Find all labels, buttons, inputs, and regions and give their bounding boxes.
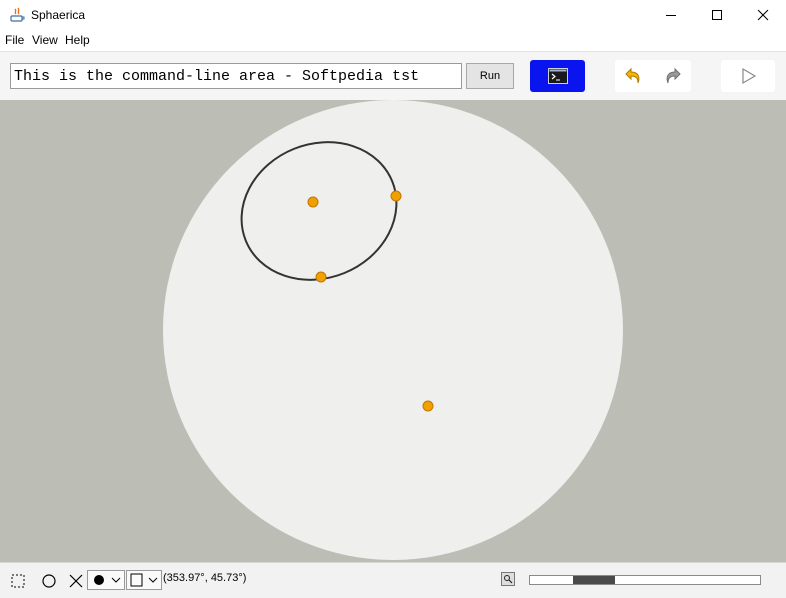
menu-help[interactable]: Help	[65, 33, 90, 47]
minimize-icon	[666, 15, 676, 16]
point-style-dropdown[interactable]	[87, 570, 125, 590]
close-icon	[757, 9, 769, 21]
play-icon	[742, 67, 757, 85]
delete-tool-button[interactable]	[66, 571, 86, 591]
play-button[interactable]	[721, 60, 775, 92]
coordinate-readout: (353.97°, 45.73°)	[163, 572, 247, 584]
undo-redo-group	[615, 60, 691, 92]
zoom-slider-thumb[interactable]	[573, 576, 615, 584]
undo-button[interactable]	[615, 60, 653, 92]
run-button[interactable]: Run	[466, 63, 514, 89]
title-bar: Sphaerica	[0, 0, 786, 31]
circle-center-point[interactable]	[307, 196, 319, 208]
zoom-slider[interactable]	[529, 575, 761, 585]
circle-icon	[42, 574, 56, 588]
status-bar: (353.97°, 45.73°)	[0, 562, 786, 598]
circle-edge-point[interactable]	[315, 271, 327, 283]
free-point[interactable]	[422, 400, 434, 412]
cross-icon	[69, 574, 83, 588]
circle-tool-button[interactable]	[39, 571, 59, 591]
redo-button[interactable]	[653, 60, 691, 92]
minimize-button[interactable]	[648, 0, 694, 30]
sphere-drawing[interactable]	[0, 100, 786, 562]
maximize-button[interactable]	[694, 0, 740, 30]
select-tool-button[interactable]	[8, 571, 28, 591]
console-button[interactable]	[530, 60, 585, 92]
zoom-reset-button[interactable]	[501, 572, 515, 586]
menu-file[interactable]: File	[5, 33, 24, 47]
window-title: Sphaerica	[31, 8, 86, 22]
menu-view[interactable]: View	[32, 33, 58, 47]
java-app-icon	[10, 7, 25, 22]
circle-edge-point[interactable]	[390, 190, 402, 202]
menu-bar: File View Help	[0, 30, 786, 50]
magnifier-icon	[504, 575, 513, 584]
terminal-icon	[547, 68, 568, 84]
toolbar: Run	[0, 51, 786, 101]
maximize-icon	[712, 10, 722, 20]
filled-dot-icon	[94, 575, 121, 585]
redo-icon	[666, 67, 681, 84]
sphere-disk[interactable]	[163, 100, 623, 560]
square-outline-icon	[130, 573, 158, 587]
select-rect-icon	[11, 574, 25, 588]
close-button[interactable]	[740, 0, 786, 30]
command-line-input[interactable]	[10, 63, 462, 89]
shape-style-dropdown[interactable]	[126, 570, 162, 590]
sphere-canvas[interactable]	[0, 100, 786, 562]
undo-icon	[625, 67, 640, 84]
